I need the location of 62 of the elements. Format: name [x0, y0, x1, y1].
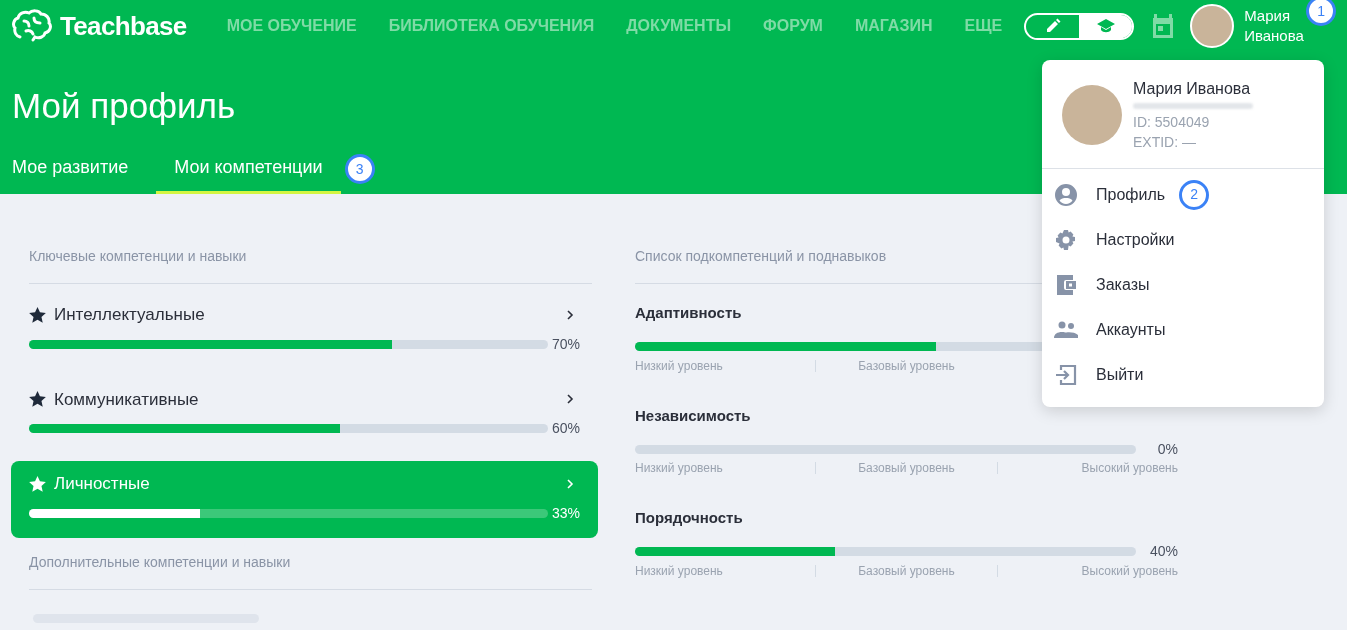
- competency-name: Личностные: [54, 473, 150, 495]
- user-name: Мария Иванова: [1133, 79, 1252, 99]
- competency-row[interactable]: Интеллектуальные 70%: [11, 292, 598, 369]
- level-label: Базовый уровень: [857, 357, 956, 375]
- star-icon: [29, 391, 46, 408]
- competency-name: Коммуникативные: [54, 388, 199, 411]
- logout-icon: [1055, 363, 1077, 386]
- percent-value: 70%: [551, 334, 580, 354]
- subcompetency-name: Порядочность: [635, 508, 744, 528]
- competency-row[interactable]: Коммуникативные 60%: [11, 376, 598, 453]
- pencil-icon: [1044, 18, 1061, 34]
- percent-value: 33%: [551, 503, 580, 523]
- graduation-cap-icon: [1096, 19, 1115, 33]
- nav-link[interactable]: ФОРУМ: [763, 14, 823, 38]
- user-icon: [1055, 183, 1077, 206]
- menu-item[interactable]: Выйти: [1096, 362, 1144, 387]
- callout-number: 3: [344, 154, 375, 184]
- star-icon: [29, 306, 46, 323]
- nav-link[interactable]: МАГАЗИН: [854, 14, 933, 38]
- brand-name: Teachbase: [60, 9, 187, 43]
- level-label: Высокий уровень: [1080, 562, 1178, 580]
- user-avatar[interactable]: [1190, 4, 1235, 48]
- level-label: Высокий уровень: [1080, 460, 1178, 477]
- percent-value: 40%: [1149, 542, 1178, 561]
- competency-name: Интеллектуальные: [54, 304, 205, 326]
- people-icon: [1054, 320, 1078, 339]
- section-heading: Дополнительные компетенции и навыки: [29, 551, 592, 590]
- user-name[interactable]: Мария Иванова: [1244, 6, 1305, 46]
- chevron-icon: [566, 308, 574, 321]
- profile-tab[interactable]: Мое развитие: [12, 144, 129, 194]
- level-label: Низкий уровень: [635, 460, 724, 477]
- nav-link[interactable]: БИБЛИОТЕКА ОБУЧЕНИЯ: [388, 14, 595, 38]
- chevron-icon: [566, 477, 574, 490]
- nav-link[interactable]: ДОКУМЕНТЫ: [626, 14, 732, 38]
- callout-number: 2: [1179, 179, 1210, 210]
- level-label: Низкий уровень: [635, 357, 724, 375]
- learn-mode-button[interactable]: [1079, 14, 1133, 38]
- section-heading: Ключевые компетенции и навыки: [29, 246, 592, 284]
- competency-row[interactable]: Личностные 33%: [11, 461, 598, 538]
- percent-value: 60%: [551, 419, 580, 438]
- menu-item[interactable]: Профиль: [1096, 182, 1166, 207]
- subcompetency-name: Адаптивность: [635, 303, 743, 323]
- profile-tab[interactable]: Мои компетенции: [156, 144, 341, 194]
- star-icon: [29, 475, 46, 492]
- wallet-icon: [1055, 273, 1077, 296]
- level-label: Базовый уровень: [857, 460, 956, 477]
- callout-number: 1: [1306, 0, 1337, 26]
- brain-logo-icon: [12, 9, 52, 43]
- menu-item[interactable]: Аккаунты: [1096, 317, 1166, 342]
- level-label: Низкий уровень: [635, 562, 724, 580]
- page-title: Мой профиль: [12, 85, 236, 127]
- level-label: Базовый уровень: [857, 562, 956, 580]
- avatar-placeholder: [1062, 85, 1122, 145]
- nav-link[interactable]: ЕЩЕ: [964, 14, 1003, 38]
- chevron-icon: [566, 393, 574, 406]
- user-id: ID: 5504049: [1133, 113, 1211, 132]
- nav-link[interactable]: МОЕ ОБУЧЕНИЕ: [226, 14, 357, 38]
- percent-value: 0%: [1157, 439, 1178, 459]
- user-extid: EXTID: —: [1133, 133, 1197, 152]
- settings-icon: [1056, 229, 1076, 250]
- calendar-icon[interactable]: [1152, 14, 1175, 38]
- subcompetency-name: Независимость: [635, 405, 752, 426]
